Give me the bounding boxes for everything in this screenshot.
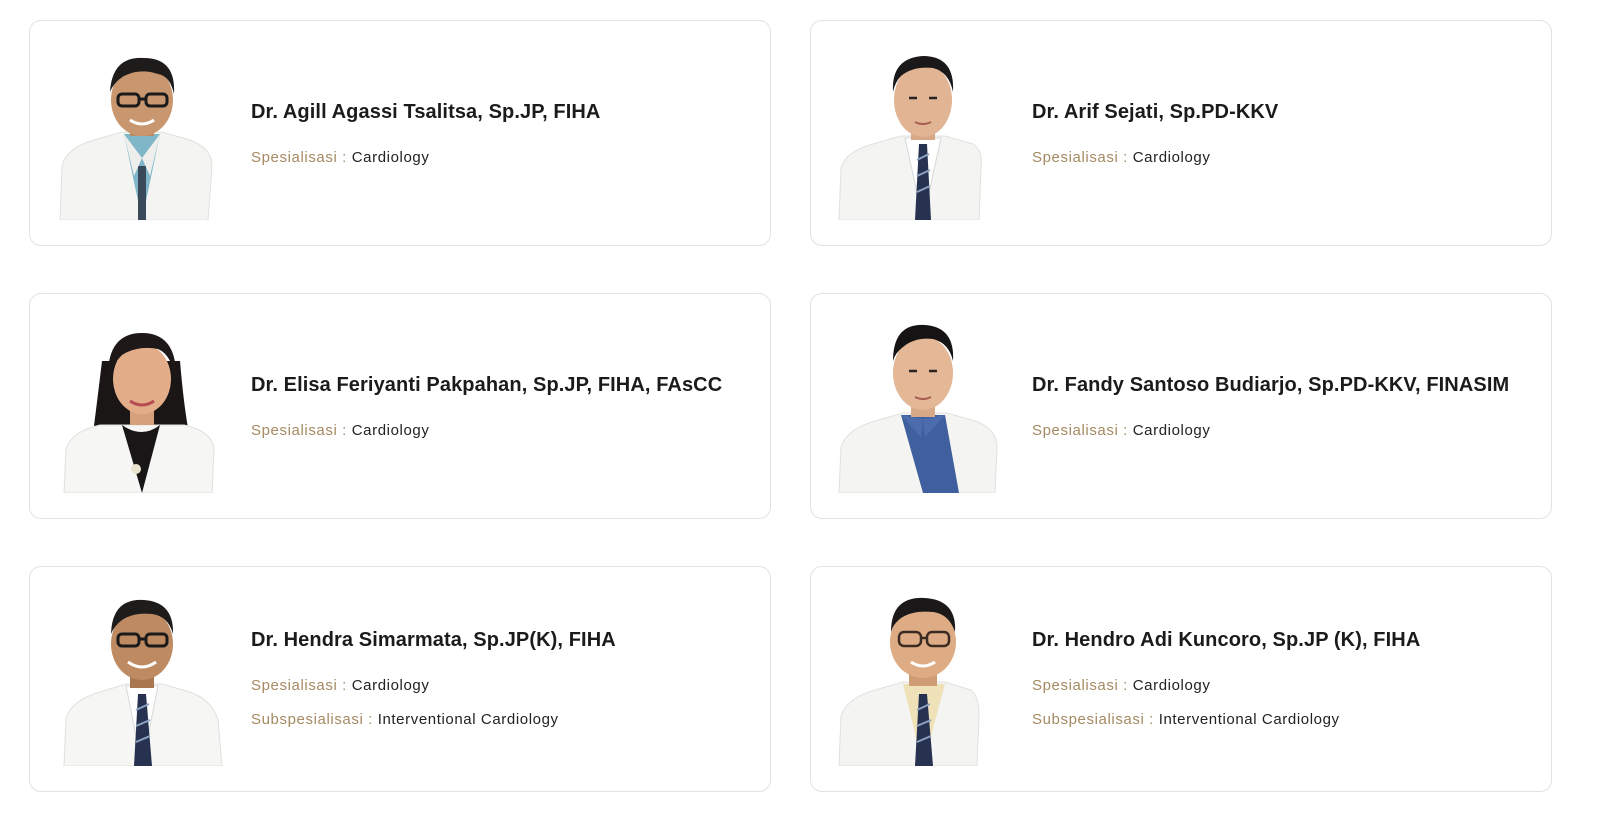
specialization-label: Spesialisasi	[251, 677, 338, 694]
doctor-info: Dr. Hendra Simarmata, Sp.JP(K), FIHA Spe…	[251, 628, 750, 745]
specialization-label: Spesialisasi	[251, 149, 338, 166]
specialization-value: Cardiology	[1132, 149, 1211, 166]
doctor-photo	[52, 48, 232, 220]
specialization-value: Cardiology	[351, 149, 430, 166]
subspecialization-row: Subspesialisasi : Interventional Cardiol…	[251, 711, 750, 729]
specialization-label: Spesialisasi	[1032, 149, 1119, 166]
specialization-label: Spesialisasi	[1032, 422, 1119, 439]
label-separator: :	[337, 422, 352, 439]
doctor-name[interactable]: Dr. Arif Sejati, Sp.PD-KKV	[1032, 100, 1531, 124]
label-separator: :	[1118, 677, 1133, 694]
specialization-row: Spesialisasi : Cardiology	[251, 149, 750, 167]
doctor-name[interactable]: Dr. Elisa Feriyanti Pakpahan, Sp.JP, FIH…	[251, 373, 750, 397]
doctor-info: Dr. Hendro Adi Kuncoro, Sp.JP (K), FIHA …	[1032, 628, 1531, 745]
specialization-value: Cardiology	[1132, 422, 1211, 439]
doctor-card[interactable]: Dr. Elisa Feriyanti Pakpahan, Sp.JP, FIH…	[29, 293, 771, 519]
specialization-row: Spesialisasi : Cardiology	[1032, 677, 1531, 695]
label-separator: :	[1118, 422, 1133, 439]
doctor-info: Dr. Fandy Santoso Budiarjo, Sp.PD-KKV, F…	[1032, 373, 1531, 456]
specialization-row: Spesialisasi : Cardiology	[251, 422, 750, 440]
doctor-card[interactable]: Dr. Fandy Santoso Budiarjo, Sp.PD-KKV, F…	[810, 293, 1552, 519]
subspecialization-label: Subspesialisasi	[1032, 711, 1145, 728]
subspecialization-label: Subspesialisasi	[251, 711, 364, 728]
doctor-photo	[52, 321, 232, 493]
label-separator: :	[337, 149, 352, 166]
doctor-name[interactable]: Dr. Fandy Santoso Budiarjo, Sp.PD-KKV, F…	[1032, 373, 1531, 397]
doctor-info: Dr. Elisa Feriyanti Pakpahan, Sp.JP, FIH…	[251, 373, 750, 456]
label-separator: :	[1118, 149, 1133, 166]
specialization-label: Spesialisasi	[1032, 677, 1119, 694]
doctor-name[interactable]: Dr. Hendro Adi Kuncoro, Sp.JP (K), FIHA	[1032, 628, 1531, 652]
doctor-info: Dr. Arif Sejati, Sp.PD-KKV Spesialisasi …	[1032, 100, 1531, 183]
doctor-photo	[52, 594, 232, 766]
doctor-photo	[833, 48, 1013, 220]
specialization-value: Cardiology	[351, 422, 430, 439]
label-separator: :	[1144, 711, 1159, 728]
doctor-photo	[833, 321, 1013, 493]
doctor-photo	[833, 594, 1013, 766]
doctor-card[interactable]: Dr. Arif Sejati, Sp.PD-KKV Spesialisasi …	[810, 20, 1552, 246]
doctor-info: Dr. Agill Agassi Tsalitsa, Sp.JP, FIHA S…	[251, 100, 750, 183]
label-separator: :	[363, 711, 378, 728]
subspecialization-value: Interventional Cardiology	[1158, 711, 1340, 728]
specialization-row: Spesialisasi : Cardiology	[1032, 422, 1531, 440]
specialization-value: Cardiology	[1132, 677, 1211, 694]
doctor-card[interactable]: Dr. Hendra Simarmata, Sp.JP(K), FIHA Spe…	[29, 566, 771, 792]
specialization-row: Spesialisasi : Cardiology	[251, 677, 750, 695]
specialization-value: Cardiology	[351, 677, 430, 694]
doctor-card[interactable]: Dr. Hendro Adi Kuncoro, Sp.JP (K), FIHA …	[810, 566, 1552, 792]
subspecialization-row: Subspesialisasi : Interventional Cardiol…	[1032, 711, 1531, 729]
doctor-list: Dr. Agill Agassi Tsalitsa, Sp.JP, FIHA S…	[29, 20, 1552, 792]
doctor-card[interactable]: Dr. Agill Agassi Tsalitsa, Sp.JP, FIHA S…	[29, 20, 771, 246]
specialization-label: Spesialisasi	[251, 422, 338, 439]
label-separator: :	[337, 677, 352, 694]
subspecialization-value: Interventional Cardiology	[377, 711, 559, 728]
doctor-name[interactable]: Dr. Hendra Simarmata, Sp.JP(K), FIHA	[251, 628, 750, 652]
doctor-name[interactable]: Dr. Agill Agassi Tsalitsa, Sp.JP, FIHA	[251, 100, 750, 124]
specialization-row: Spesialisasi : Cardiology	[1032, 149, 1531, 167]
